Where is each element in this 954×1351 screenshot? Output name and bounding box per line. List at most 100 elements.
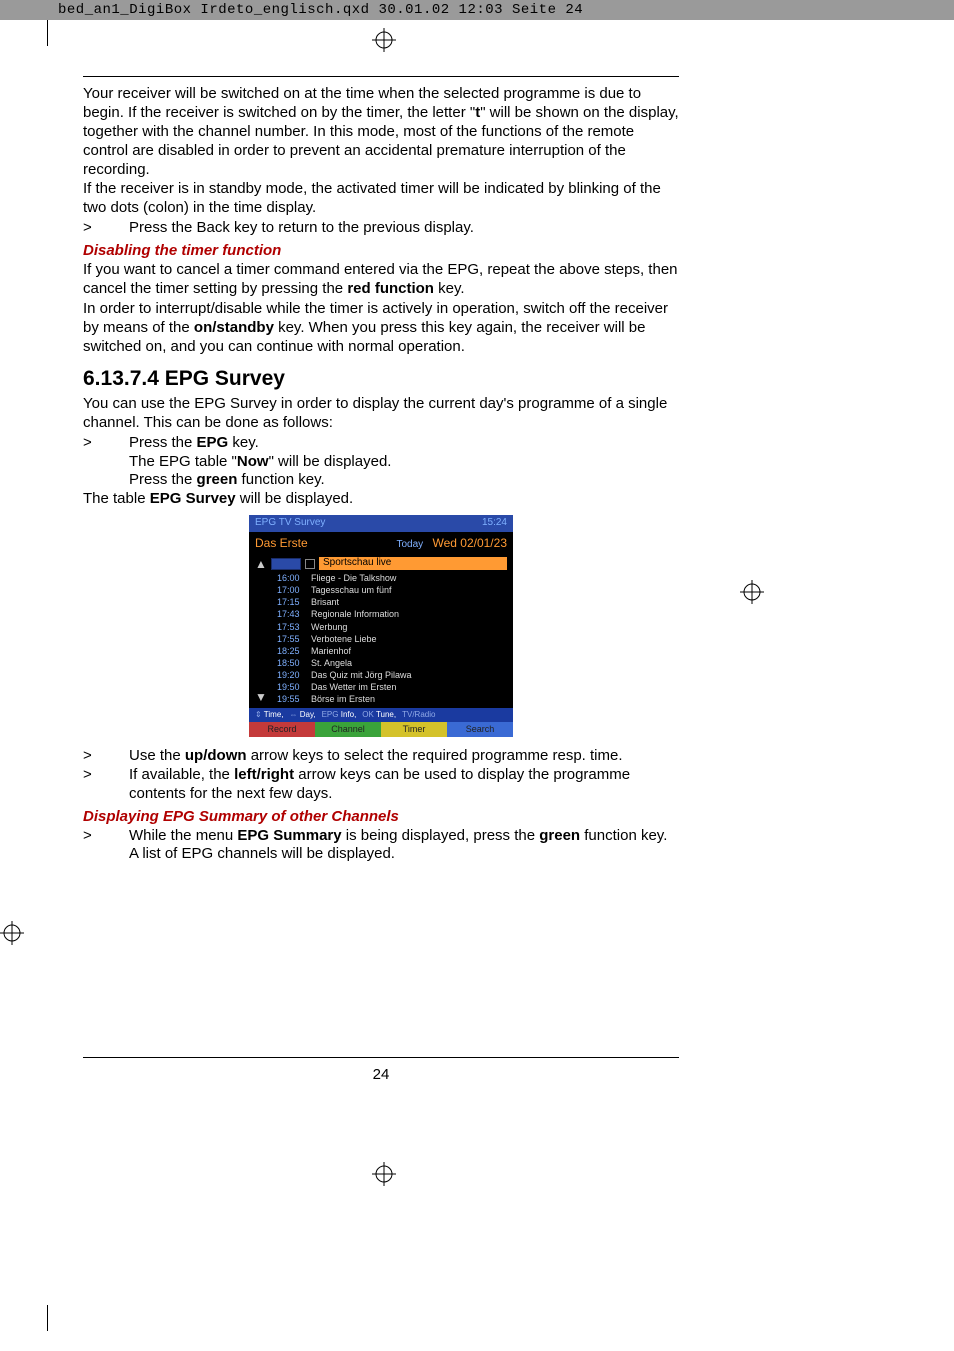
epg-row: 16:00 Fliege - Die Talkshow <box>249 572 513 584</box>
text: arrow keys to select the required progra… <box>247 747 623 764</box>
epg-time: 16:00 <box>277 572 305 584</box>
bullet-text: Use the up/down arrow keys to select the… <box>129 747 679 766</box>
epg-time: 19:55 <box>277 693 305 705</box>
hint-tvradio: TV/Radio <box>402 710 435 720</box>
bold-text: red function <box>347 280 434 297</box>
epg-btn-blue: Search <box>447 722 513 737</box>
section-heading: Disabling the timer function <box>83 242 679 261</box>
text: The EPG table " <box>129 453 237 470</box>
indent-text: A list of EPG channels will be displayed… <box>83 845 679 864</box>
epg-programme: Verbotene Liebe <box>311 633 507 645</box>
epg-panel: EPG TV Survey 15:24 Das Erste Today Wed … <box>249 515 513 737</box>
scroll-up-icon: ▲ <box>255 557 267 572</box>
epg-titlebar: EPG TV Survey 15:24 <box>249 515 513 532</box>
bullet-row: > Press the Back key to return to the pr… <box>83 219 679 238</box>
epg-row: 17:43Regionale Information <box>249 608 513 620</box>
epg-time: 18:50 <box>277 657 305 669</box>
text: Press the <box>129 471 197 488</box>
paragraph: If the receiver is in standby mode, the … <box>83 180 679 218</box>
gt-marker: > <box>83 827 129 846</box>
registration-mark <box>372 1162 396 1186</box>
hint-time: Time, <box>264 710 284 719</box>
text: " will be displayed. <box>269 453 392 470</box>
bold-text: green <box>539 827 580 844</box>
text: function key. <box>237 471 324 488</box>
bullet-row: > If available, the left/right arrow key… <box>83 766 679 804</box>
crop-mark <box>47 1305 48 1331</box>
bullet-text: While the menu EPG Summary is being disp… <box>129 827 679 846</box>
section-heading: Displaying EPG Summary of other Channels <box>83 808 679 827</box>
epg-color-buttons: Record Channel Timer Search <box>249 722 513 737</box>
epg-row: 17:53 Werbung <box>249 621 513 633</box>
text: Press the <box>129 434 197 451</box>
epg-time: 17:00 <box>277 584 305 596</box>
epg-time: 18:25 <box>277 645 305 657</box>
registration-mark <box>740 580 764 604</box>
epg-list: ▲ Sportschau live 16:00 Fliege - Die Talk… <box>249 555 513 707</box>
epg-time: 19:20 <box>277 669 305 681</box>
scroll-down-icon: ▼ <box>255 690 267 705</box>
epg-programme: Tagesschau um fünf <box>311 584 507 596</box>
crop-mark <box>47 20 48 46</box>
epg-programme: Marienhof <box>311 645 507 657</box>
epg-row: 18:50St. Angela <box>249 657 513 669</box>
bullet-row: > Use the up/down arrow keys to select t… <box>83 747 679 766</box>
epg-time: 17:15 <box>277 596 305 608</box>
registration-mark <box>0 921 24 945</box>
text: key. <box>434 280 465 297</box>
epg-time: 17:55 <box>277 633 305 645</box>
epg-figure: EPG TV Survey 15:24 Das Erste Today Wed … <box>83 515 679 737</box>
text: will be displayed. <box>236 490 354 507</box>
bullet-text: Press the EPG key. <box>129 434 679 453</box>
epg-programme: Werbung <box>311 621 507 633</box>
indent-text: The EPG table "Now" will be displayed. <box>83 453 679 472</box>
epg-hints: ⇕ Time, ⇔ Day, EPG Info, OK Tune, TV/Rad… <box>249 708 513 722</box>
epg-programme: Das Quiz mit Jörg Pilawa <box>311 669 507 681</box>
epg-title-text: EPG TV Survey <box>255 517 325 530</box>
text: While the menu <box>129 827 237 844</box>
epg-date: Wed 02/01/23 <box>432 536 507 550</box>
epg-clock: 15:24 <box>482 517 507 530</box>
epg-highlight-text: Sportschau live <box>319 557 507 570</box>
epg-channel: Das Erste <box>255 536 308 552</box>
gt-marker: > <box>83 766 129 804</box>
hint-info: Info, <box>341 710 357 719</box>
registration-mark <box>372 28 396 52</box>
epg-time: 19:50 <box>277 681 305 693</box>
epg-time: 17:53 <box>277 621 305 633</box>
bold-text: up/down <box>185 747 247 764</box>
text: key. <box>228 434 259 451</box>
bullet-row: > Press the EPG key. <box>83 434 679 453</box>
gt-marker: > <box>83 219 129 238</box>
epg-programme: Das Wetter im Ersten <box>311 681 507 693</box>
epg-programme: Brisant <box>311 596 507 608</box>
epg-row: 17:55 Verbotene Liebe <box>249 633 513 645</box>
bold-text: EPG Survey <box>150 490 236 507</box>
hint-ok: OK <box>362 710 374 719</box>
bullet-text: Press the Back key to return to the prev… <box>129 219 679 238</box>
bullet-text: If available, the left/right arrow keys … <box>129 766 679 804</box>
epg-row: 19:50 Das Wetter im Ersten <box>249 681 513 693</box>
page-number: 24 <box>83 1066 679 1083</box>
paragraph: Your receiver will be switched on at the… <box>83 85 679 179</box>
bullet-row: > While the menu EPG Summary is being di… <box>83 827 679 846</box>
text: The table <box>83 490 150 507</box>
paragraph: In order to interrupt/disable while the … <box>83 300 679 357</box>
bold-text: on/standby <box>194 319 274 336</box>
epg-row: 17:15 Brisant <box>249 596 513 608</box>
epg-programme: Fliege - Die Talkshow <box>311 572 507 584</box>
epg-row: 19:20 Das Quiz mit Jörg Pilawa <box>249 669 513 681</box>
text: function key. <box>580 827 667 844</box>
text: Use the <box>129 747 185 764</box>
epg-time: 17:43 <box>277 608 305 620</box>
epg-row: 17:00 Tagesschau um fünf <box>249 584 513 596</box>
hint-tune: Tune, <box>376 710 396 719</box>
bold-text: left/right <box>234 766 294 783</box>
epg-programme: Börse im Ersten <box>311 693 507 705</box>
bottom-rule <box>83 1057 679 1058</box>
epg-highlight-row: Sportschau live <box>271 557 507 570</box>
paragraph: If you want to cancel a timer command en… <box>83 261 679 299</box>
epg-btn-yellow: Timer <box>381 722 447 737</box>
hint-epg: EPG <box>322 710 339 719</box>
hint-day: Day, <box>300 710 316 719</box>
